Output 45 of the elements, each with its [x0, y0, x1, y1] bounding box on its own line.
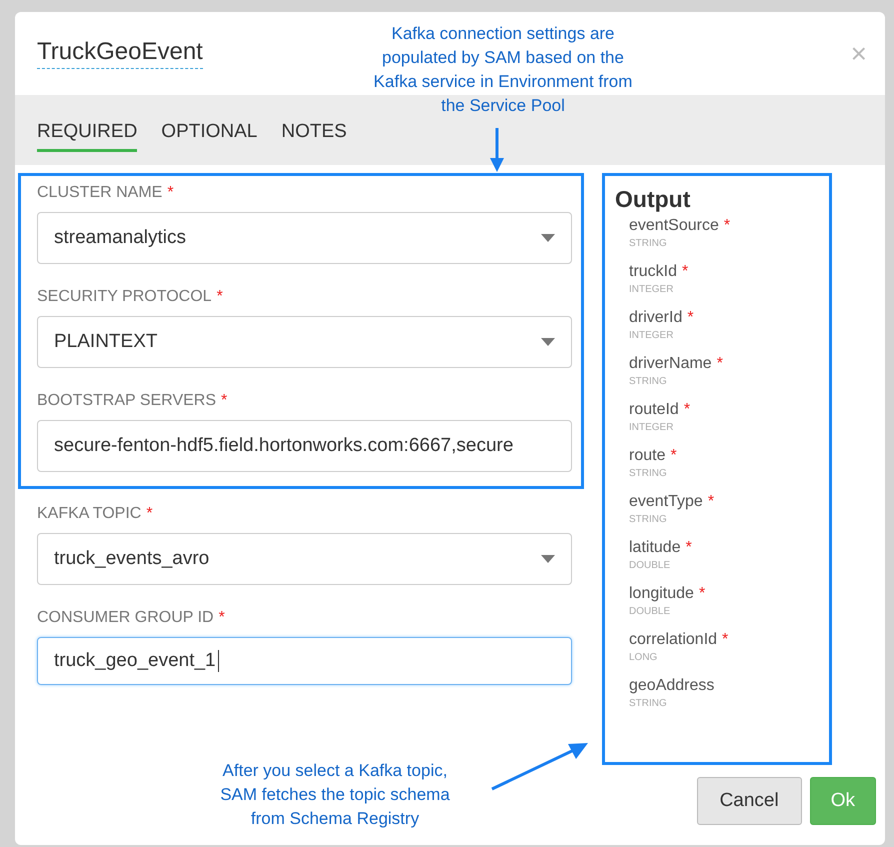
tab[interactable]: REQUIRED	[37, 120, 138, 152]
field-type: DOUBLE	[629, 560, 672, 571]
select-field[interactable]: PLAINTEXT	[37, 316, 572, 368]
field-name: eventSource *	[629, 217, 732, 235]
field-name: driverId *	[629, 309, 695, 327]
text-cursor	[218, 650, 219, 672]
field-name: routeId *	[629, 401, 692, 419]
panel-title: Output	[615, 186, 692, 213]
select-field[interactable]: truck_events_avro	[37, 533, 572, 585]
tab[interactable]: OPTIONAL	[161, 120, 258, 152]
field-type: INTEGER	[629, 330, 674, 341]
field-type: STRING	[629, 514, 668, 525]
field-type: INTEGER	[629, 422, 674, 433]
field-type: STRING	[629, 376, 668, 387]
field-name: longitude *	[629, 585, 706, 603]
field-label: SECURITY PROTOCOL *	[37, 288, 224, 306]
dialog-title: TruckGeoEvent	[37, 38, 203, 69]
field-label: BOOTSTRAP SERVERS *	[37, 392, 228, 410]
field-type: DOUBLE	[629, 606, 672, 617]
field-type: STRING	[629, 698, 668, 709]
dropdown-icon	[541, 338, 555, 346]
field-name: route *	[629, 447, 678, 465]
field-label: CLUSTER NAME *	[37, 184, 175, 202]
dropdown-icon	[541, 234, 555, 242]
input-field[interactable]: truck_geo_event_1	[37, 637, 572, 685]
field-type: LONG	[629, 652, 658, 663]
field-type: STRING	[629, 468, 668, 479]
field-label: CONSUMER GROUP ID *	[37, 609, 226, 627]
cancel-button[interactable]: Cancel	[696, 777, 802, 825]
field-name: eventType *	[629, 493, 716, 511]
field-name: driverName *	[629, 355, 724, 373]
field-name: geoAddress	[629, 677, 716, 695]
field-name: correlationId *	[629, 631, 730, 649]
select-field[interactable]: streamanalytics	[37, 212, 572, 264]
field-name: truckId *	[629, 263, 690, 281]
annotation-text: Kafka connection settings are populated by SAM based on the Kafka service in Environment from the Service Pool	[372, 23, 634, 117]
field-label: KAFKA TOPIC *	[37, 505, 154, 523]
tab[interactable]: NOTES	[281, 120, 347, 152]
field-type: STRING	[629, 238, 668, 249]
dropdown-icon	[541, 555, 555, 563]
input-field[interactable]: secure-fenton-hdf5.field.hortonworks.com:6667,secure	[37, 420, 572, 472]
field-name: latitude *	[629, 539, 693, 557]
arrow-icon	[490, 742, 590, 792]
field-type: INTEGER	[629, 284, 674, 295]
annotation-text: After you select a Kafka topic, SAM fetches the topic schema from Schema Registry	[219, 760, 451, 830]
